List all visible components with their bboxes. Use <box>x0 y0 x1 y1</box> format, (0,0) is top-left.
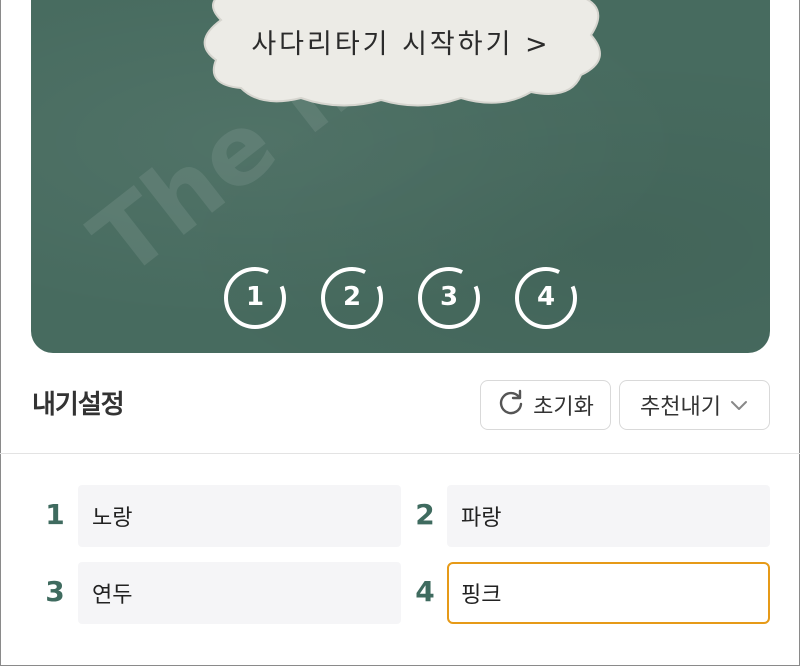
player-1-button[interactable]: 1 <box>221 264 289 332</box>
reset-button[interactable]: 초기화 <box>480 380 611 430</box>
entry-number-2: 2 <box>415 498 435 531</box>
reset-label: 초기화 <box>533 395 594 420</box>
ladder-board: The image I made 사다리타기 시작하기 > 1 2 3 4 <box>31 0 770 353</box>
entry-number-3: 3 <box>45 575 65 608</box>
entry-input-1[interactable] <box>78 485 401 547</box>
player-number: 4 <box>536 282 556 312</box>
settings-title: 내기설정 <box>32 390 125 420</box>
start-ladder-button[interactable]: 사다리타기 시작하기 > <box>181 0 621 110</box>
recommend-label: 추천내기 <box>640 395 721 420</box>
entry-number-1: 1 <box>45 498 65 531</box>
player-3-button[interactable]: 3 <box>415 264 483 332</box>
player-number: 2 <box>342 282 362 312</box>
chevron-down-icon <box>729 393 749 418</box>
player-2-button[interactable]: 2 <box>318 264 386 332</box>
refresh-icon <box>497 388 525 422</box>
entry-input-3[interactable] <box>78 562 401 624</box>
player-list: 1 2 3 4 <box>221 264 581 332</box>
entry-input-2[interactable] <box>447 485 770 547</box>
entry-input-4[interactable] <box>447 562 770 624</box>
entry-number-4: 4 <box>415 575 435 608</box>
player-number: 3 <box>439 282 459 312</box>
section-divider <box>0 453 800 454</box>
start-ladder-label: 사다리타기 시작하기 > <box>251 29 551 60</box>
recommend-dropdown[interactable]: 추천내기 <box>619 380 770 430</box>
player-4-button[interactable]: 4 <box>512 264 580 332</box>
player-number: 1 <box>245 282 265 312</box>
